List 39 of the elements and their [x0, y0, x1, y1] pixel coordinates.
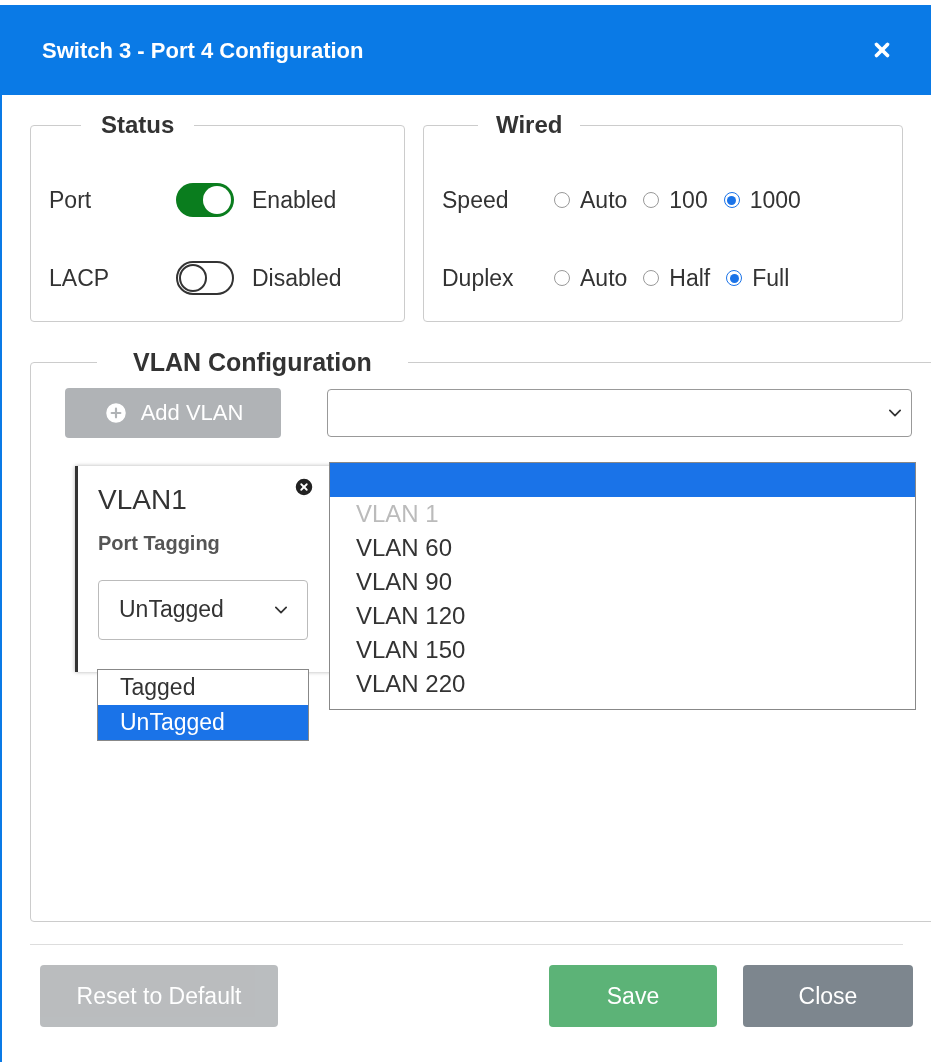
dropdown-option[interactable]: VLAN 220 [330, 666, 915, 701]
vlan-name: VLAN1 [98, 482, 187, 517]
radio-button[interactable] [723, 192, 740, 208]
tagging-select[interactable]: UnTagged [98, 579, 308, 640]
chevron-icon [889, 408, 901, 417]
dropdown-option[interactable]: VLAN 120 [330, 598, 915, 633]
field-label: LACP [49, 263, 111, 293]
close-button[interactable]: Close [743, 965, 913, 1027]
radio-button[interactable] [554, 192, 570, 208]
radio-label: 100 [669, 185, 708, 215]
toggle-switch[interactable] [176, 261, 234, 295]
section-title: VLAN Configuration [132, 347, 373, 378]
remove-icon[interactable] [293, 475, 315, 498]
field-label: Duplex [442, 263, 515, 293]
radio-button[interactable] [726, 270, 743, 286]
section-title: Status [100, 110, 176, 140]
toggle-state: Enabled [252, 185, 337, 215]
radio-label: Full [752, 263, 790, 293]
field-label: Port [49, 185, 93, 215]
dropdown-option[interactable]: VLAN 60 [330, 530, 915, 565]
toggle-switch[interactable] [176, 183, 234, 217]
section-title: Wired [495, 110, 564, 140]
radio-button[interactable] [643, 270, 660, 286]
window-title: Switch 3 - Port 4 Configuration [42, 36, 364, 65]
radio-label: Auto [580, 185, 628, 215]
vlan-select[interactable] [327, 388, 912, 437]
toggle-state: Disabled [252, 263, 342, 293]
chevron-icon [275, 605, 287, 614]
field-label: Speed [442, 185, 510, 215]
radio-button[interactable] [554, 270, 570, 286]
radio-label: 1000 [749, 185, 801, 215]
dropdown-option[interactable]: VLAN 90 [330, 564, 915, 599]
dropdown-option[interactable]: UnTagged [98, 704, 308, 740]
dropdown-option[interactable]: Tagged [98, 669, 308, 705]
radio-label: Half [669, 263, 711, 293]
dropdown-option[interactable]: VLAN 150 [330, 632, 915, 667]
radio-label: Auto [580, 263, 628, 293]
field-label: Port Tagging [98, 530, 221, 556]
radio-button[interactable] [643, 192, 660, 208]
